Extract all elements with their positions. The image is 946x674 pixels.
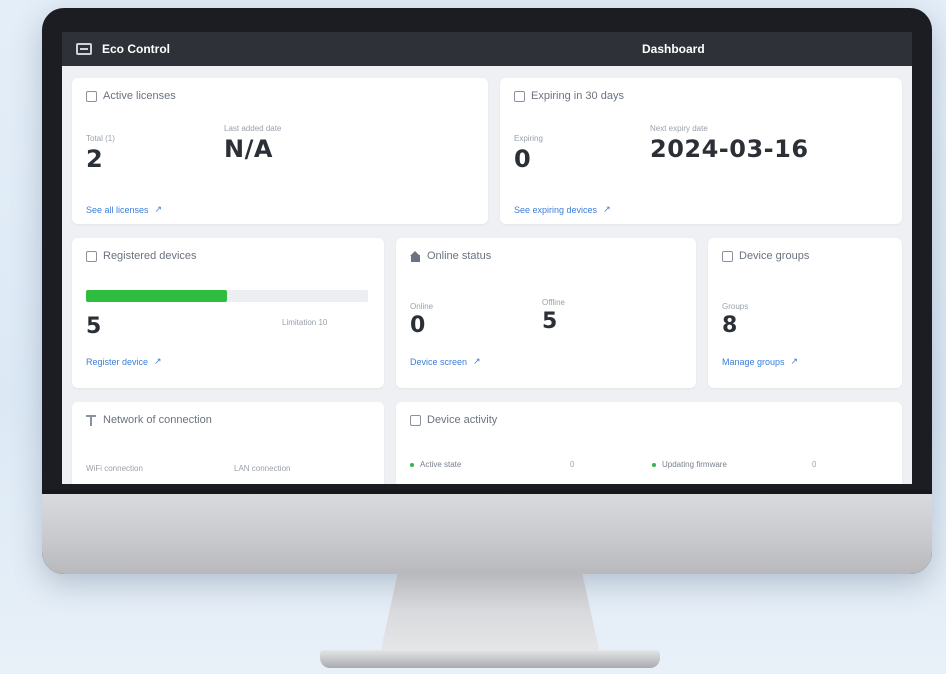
monitor-chin <box>42 490 932 574</box>
external-link-icon: ↗ <box>473 356 481 366</box>
home-icon <box>410 250 421 262</box>
card-header: Device groups <box>722 250 888 262</box>
external-link-icon: ↗ <box>154 204 163 214</box>
card-title: Device activity <box>427 414 498 426</box>
external-link-icon: ↗ <box>603 204 611 214</box>
groups-label: Groups <box>722 302 749 311</box>
screen: Eco Control Dashboard Active licenses To… <box>62 32 912 484</box>
card-header: Device activity <box>410 414 888 426</box>
see-expiring-link[interactable]: See expiring devices ↗ <box>514 204 611 215</box>
card-header: Expiring in 30 days <box>514 90 888 102</box>
offline-label: Offline <box>542 298 565 307</box>
online-status-card: Online status Online 0 Offline 5 Device … <box>396 238 696 388</box>
last-added-label: Last added date <box>224 124 282 133</box>
activity-count: 0 <box>812 460 817 469</box>
monitor-stand <box>380 574 600 654</box>
card-title: Active licenses <box>103 90 176 102</box>
status-dot-icon <box>652 462 656 467</box>
online-value: 0 <box>410 313 426 338</box>
wifi-label: WiFi connection <box>86 464 143 473</box>
device-groups-card: Device groups Groups 8 Manage groups ↗ <box>708 238 902 388</box>
activity-item: Active state 0 <box>410 460 590 469</box>
activity-item: Updating firmware 0 <box>652 460 832 469</box>
status-dot-icon <box>410 462 414 467</box>
groups-value: 8 <box>722 313 738 338</box>
card-title: Registered devices <box>103 250 197 262</box>
device-activity-card: Device activity Active state 0 Updating … <box>396 402 902 484</box>
network-card: Network of connection WiFi connection LA… <box>72 402 384 484</box>
card-header: Registered devices <box>86 250 370 262</box>
active-licenses-card: Active licenses Total (1) 2 Last added d… <box>72 78 488 224</box>
activity-count: 0 <box>570 460 575 469</box>
activity-label: Updating firmware <box>662 460 727 469</box>
next-expiry-label: Next expiry date <box>650 124 708 133</box>
lan-label: LAN connection <box>234 464 291 473</box>
link-label: See expiring devices <box>514 204 598 215</box>
link-label: Register device <box>86 356 149 367</box>
see-all-licenses-link[interactable]: See all licenses ↗ <box>86 204 162 215</box>
limitation-label: Limitation 10 <box>282 318 328 327</box>
antenna-icon <box>86 414 97 426</box>
last-added-value: N/A <box>224 135 273 163</box>
app-name: Eco Control <box>102 42 170 56</box>
title-bar: Eco Control Dashboard <box>62 32 912 66</box>
activity-icon <box>410 414 421 426</box>
registered-value: 5 <box>86 314 102 339</box>
progress-fill <box>86 290 227 302</box>
card-title: Online status <box>427 250 492 262</box>
page-title: Dashboard <box>642 42 705 56</box>
license-icon <box>86 90 97 102</box>
device-screen-link[interactable]: Device screen ↗ <box>410 356 481 367</box>
card-title: Expiring in 30 days <box>531 90 624 102</box>
card-title: Network of connection <box>103 414 212 426</box>
online-label: Online <box>410 302 434 311</box>
link-label: See all licenses <box>86 204 149 215</box>
register-device-link[interactable]: Register device ↗ <box>86 356 162 367</box>
calendar-icon <box>514 90 525 102</box>
total-label: Total (1) <box>86 134 115 143</box>
groups-icon <box>722 250 733 262</box>
offline-value: 5 <box>542 309 558 334</box>
external-link-icon: ↗ <box>790 356 799 366</box>
card-title: Device groups <box>739 250 810 262</box>
card-header: Active licenses <box>86 90 474 102</box>
card-header: Network of connection <box>86 414 370 426</box>
expiring-value: 0 <box>514 145 532 173</box>
expiring-label: Expiring <box>514 134 543 143</box>
next-expiry-value: 2024-03-16 <box>650 135 809 163</box>
activity-label: Active state <box>420 460 462 469</box>
link-label: Device screen <box>410 356 468 367</box>
registered-progress-bar <box>86 290 368 302</box>
external-link-icon: ↗ <box>154 356 162 366</box>
card-header: Online status <box>410 250 682 262</box>
total-value: 2 <box>86 145 104 173</box>
device-icon <box>86 250 97 262</box>
monitor-stand-base <box>320 650 660 668</box>
registered-devices-card: Registered devices 5 Limitation 10 Regis… <box>72 238 384 388</box>
manage-groups-link[interactable]: Manage groups ↗ <box>722 356 798 367</box>
expiring-card: Expiring in 30 days Expiring 0 Next expi… <box>500 78 902 224</box>
menu-icon[interactable] <box>76 43 92 55</box>
link-label: Manage groups <box>722 356 785 367</box>
